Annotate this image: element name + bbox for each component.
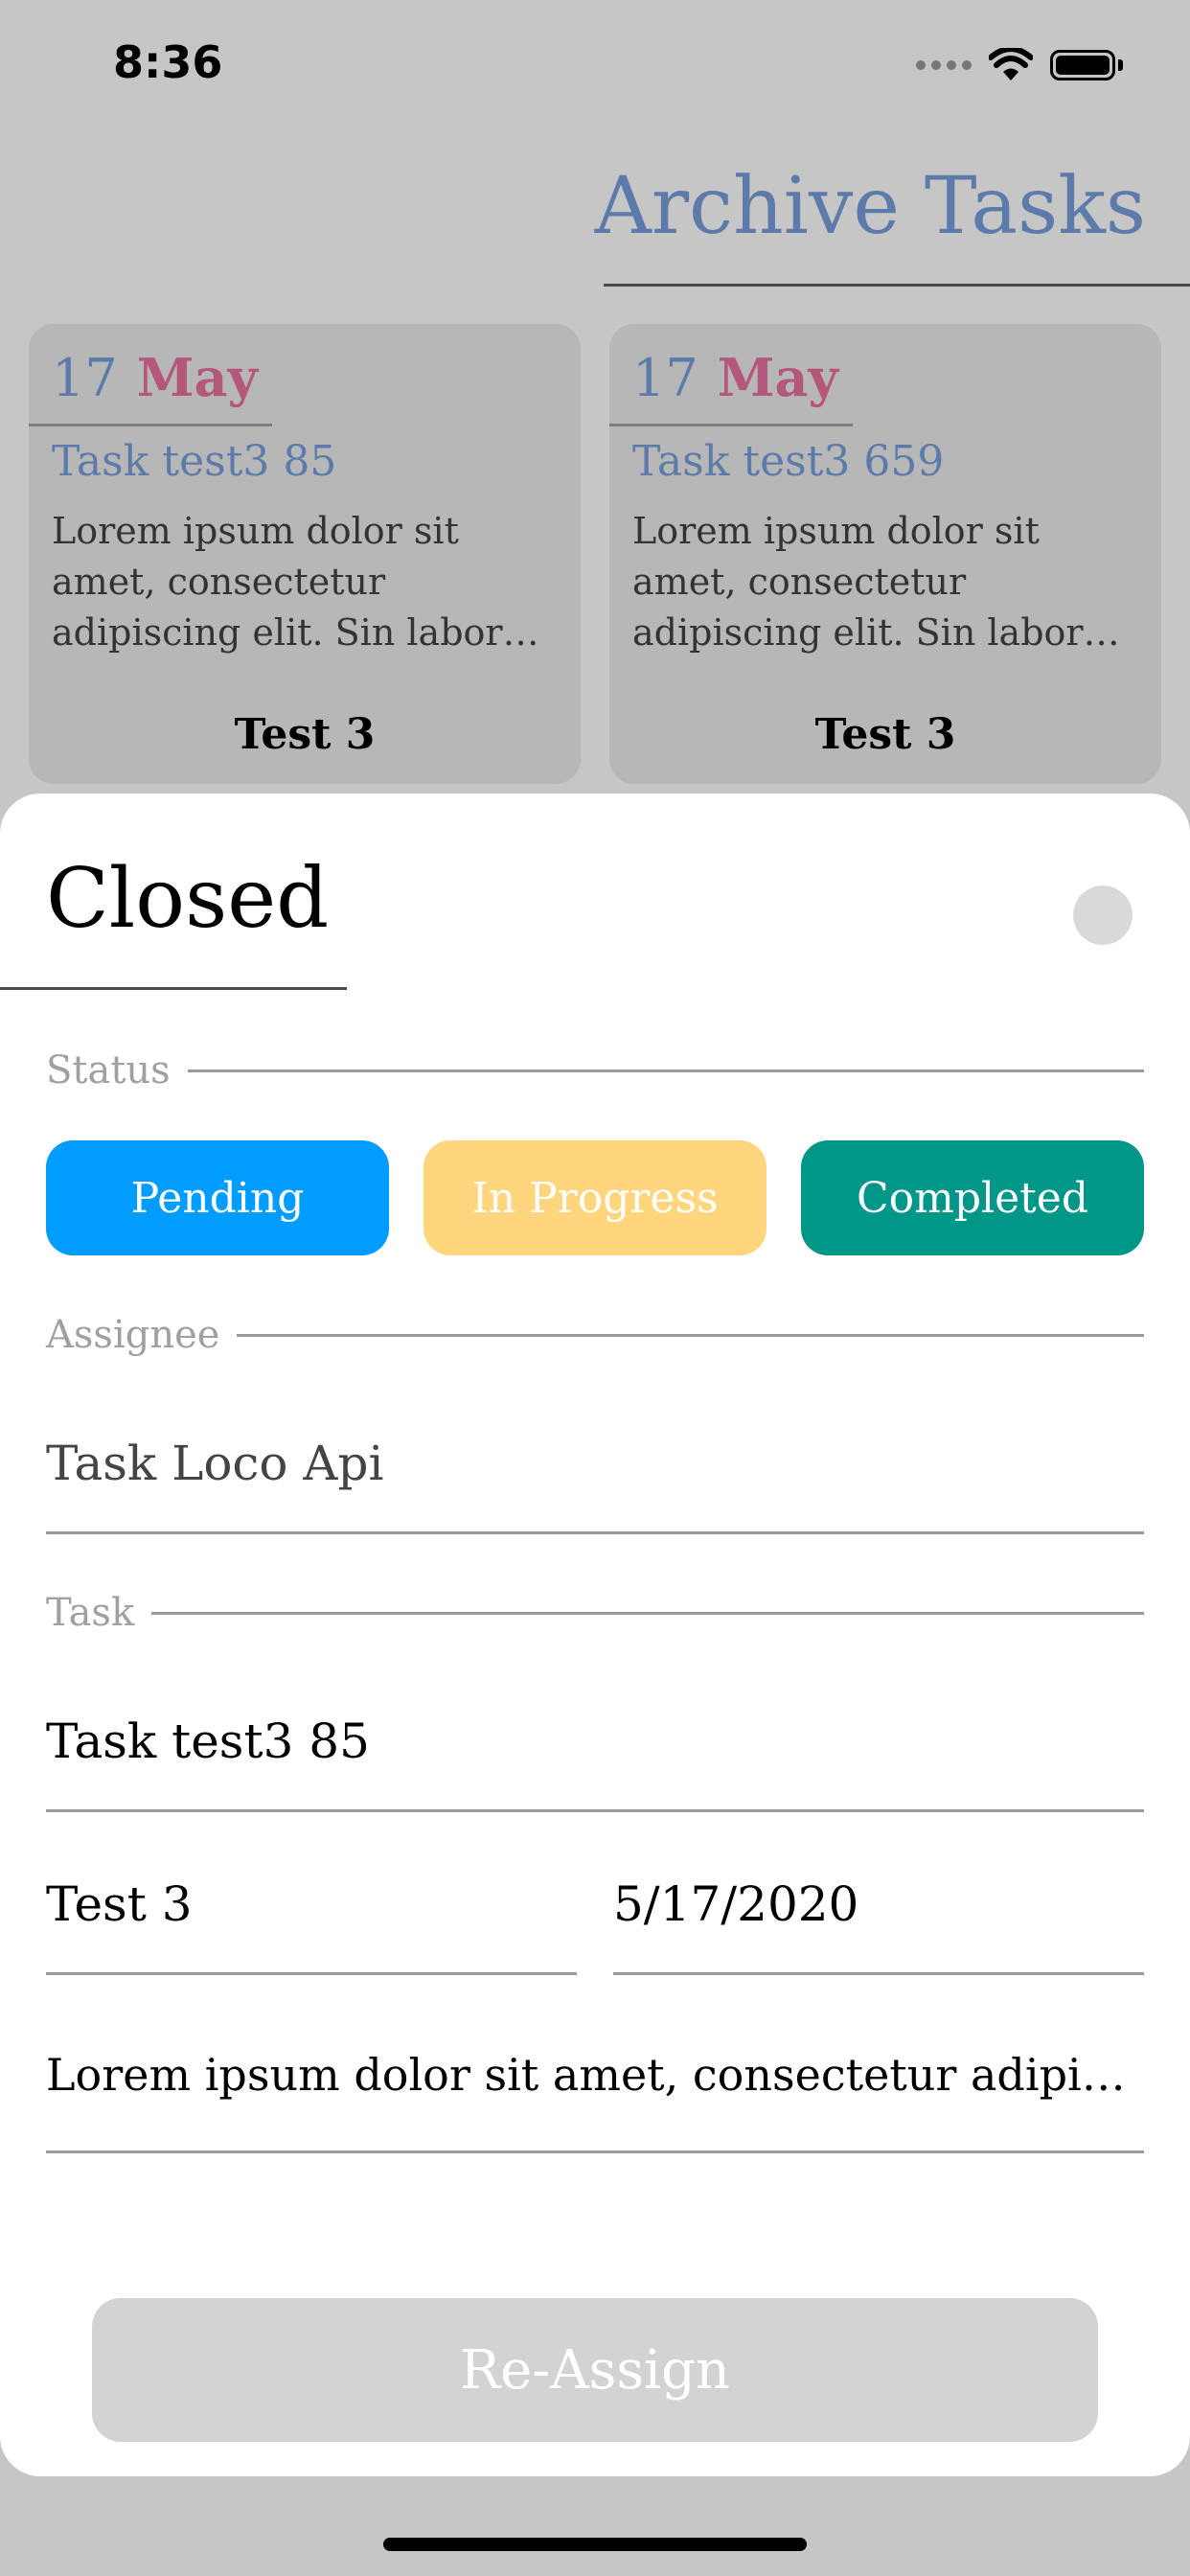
card-month: May (717, 347, 838, 408)
project-underline (46, 1972, 577, 1975)
task-section-label: Task (46, 1591, 1144, 1635)
status-section-label: Status (46, 1048, 1144, 1092)
date-field[interactable]: 5/17/2020 (613, 1876, 1144, 1932)
signal-icon (916, 60, 972, 70)
card-title: Task test3 659 (632, 437, 945, 486)
task-name-field[interactable]: Task test3 85 (46, 1714, 1144, 1769)
card-day: 17 (52, 348, 118, 408)
card-title: Task test3 85 (52, 437, 337, 486)
status-time: 8:36 (113, 36, 223, 88)
status-in-progress-button[interactable]: In Progress (423, 1140, 767, 1255)
card-description-line: amet, consectetur (632, 561, 967, 603)
card-description-line: adipiscing elit. Sin labor… (52, 611, 539, 654)
page-title: Archive Tasks (594, 161, 1146, 252)
description-field[interactable]: Lorem ipsum dolor sit amet, consectetur … (46, 2049, 1144, 2101)
assignee-label-text: Assignee (46, 1313, 220, 1357)
sheet-title-underline (0, 987, 347, 990)
wifi-icon (989, 48, 1033, 80)
status-icons (916, 48, 1123, 82)
task-label-text: Task (46, 1591, 135, 1635)
card-month: May (136, 347, 258, 408)
title-underline (604, 284, 1190, 287)
home-indicator[interactable] (383, 2538, 807, 2551)
task-detail-sheet: Closed Status Pending In Progress Comple… (0, 794, 1190, 2476)
assignee-section-label: Assignee (46, 1313, 1144, 1357)
date-underline (613, 1972, 1144, 1975)
card-description-line: adipiscing elit. Sin labor… (632, 611, 1120, 654)
card-date-divider (29, 424, 272, 426)
card-description-line: Lorem ipsum dolor sit (52, 510, 459, 552)
battery-icon (1050, 50, 1123, 80)
close-circle-icon[interactable] (1073, 886, 1133, 945)
reassign-button[interactable]: Re-Assign (92, 2298, 1098, 2442)
task-card[interactable]: 17 May Task test3 85 Lorem ipsum dolor si… (29, 324, 581, 784)
task-name-underline (46, 1809, 1144, 1812)
card-description-line: Lorem ipsum dolor sit (632, 510, 1040, 552)
assignee-field[interactable]: Task Loco Api (46, 1436, 1144, 1491)
status-completed-button[interactable]: Completed (801, 1140, 1144, 1255)
card-project-label: Test 3 (814, 710, 956, 759)
assignee-underline (46, 1531, 1144, 1534)
card-description-line: amet, consectetur (52, 561, 386, 603)
status-label-text: Status (46, 1048, 171, 1092)
task-card[interactable]: 17 May Task test3 659 Lorem ipsum dolor s… (609, 324, 1161, 784)
sheet-title: Closed (46, 851, 330, 947)
card-project-label: Test 3 (234, 710, 376, 759)
card-date: 17 May (52, 347, 258, 408)
card-date-divider (609, 424, 853, 426)
status-pending-button[interactable]: Pending (46, 1140, 389, 1255)
project-field[interactable]: Test 3 (46, 1876, 577, 1932)
card-description: Lorem ipsum dolor sit amet, consectetur … (52, 506, 560, 658)
description-underline (46, 2150, 1144, 2153)
card-day: 17 (632, 348, 698, 408)
card-date: 17 May (632, 347, 838, 408)
status-bar: 8:36 (0, 0, 1190, 134)
card-description: Lorem ipsum dolor sit amet, consectetur … (632, 506, 1140, 658)
